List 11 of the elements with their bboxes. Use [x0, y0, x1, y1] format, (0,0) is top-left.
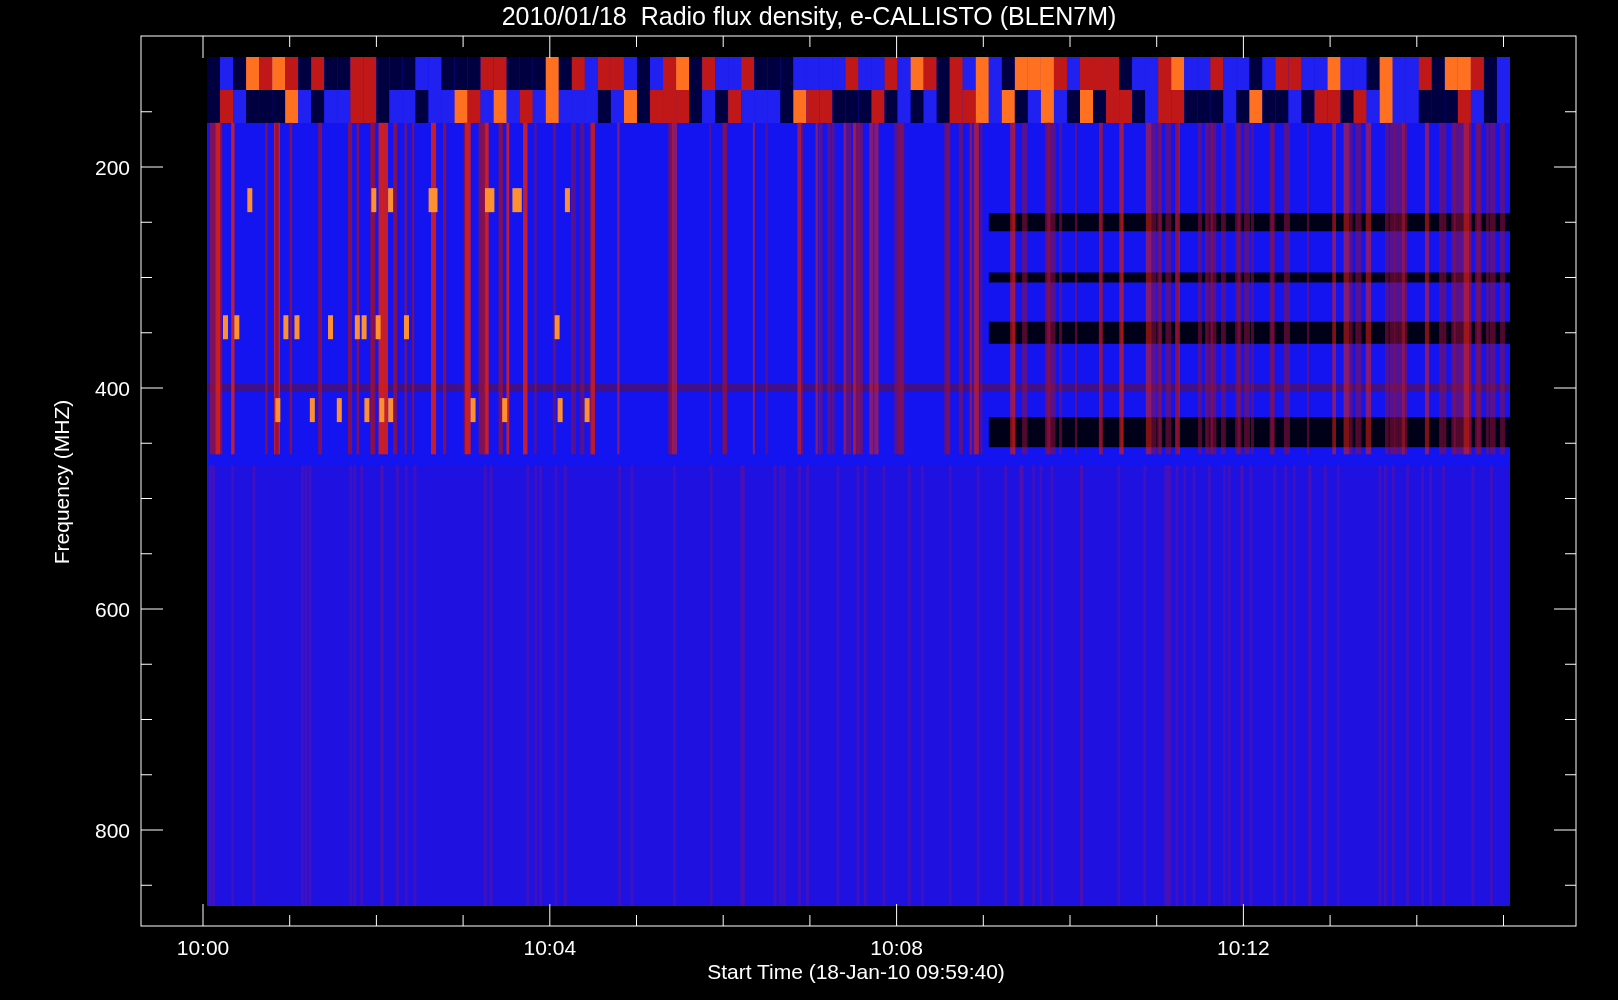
- y-tick-label: 600: [94, 598, 130, 621]
- x-tick-label: 10:00: [176, 936, 230, 959]
- y-tick-label: 200: [94, 156, 130, 179]
- y-tick-label: 400: [94, 377, 130, 400]
- x-axis-label: Start Time (18-Jan-10 09:59:40): [707, 960, 1005, 983]
- x-tick-label: 10:08: [870, 936, 923, 959]
- y-axis-label: Frequency (MHZ): [50, 399, 73, 565]
- x-tick-label: 10:04: [523, 936, 577, 959]
- chart-title: 2010/01/18 Radio flux density, e-CALLISTO (BLEN7M): [501, 2, 1117, 30]
- y-tick-label: 800: [94, 819, 130, 842]
- x-tick-label: 10:12: [1217, 936, 1270, 959]
